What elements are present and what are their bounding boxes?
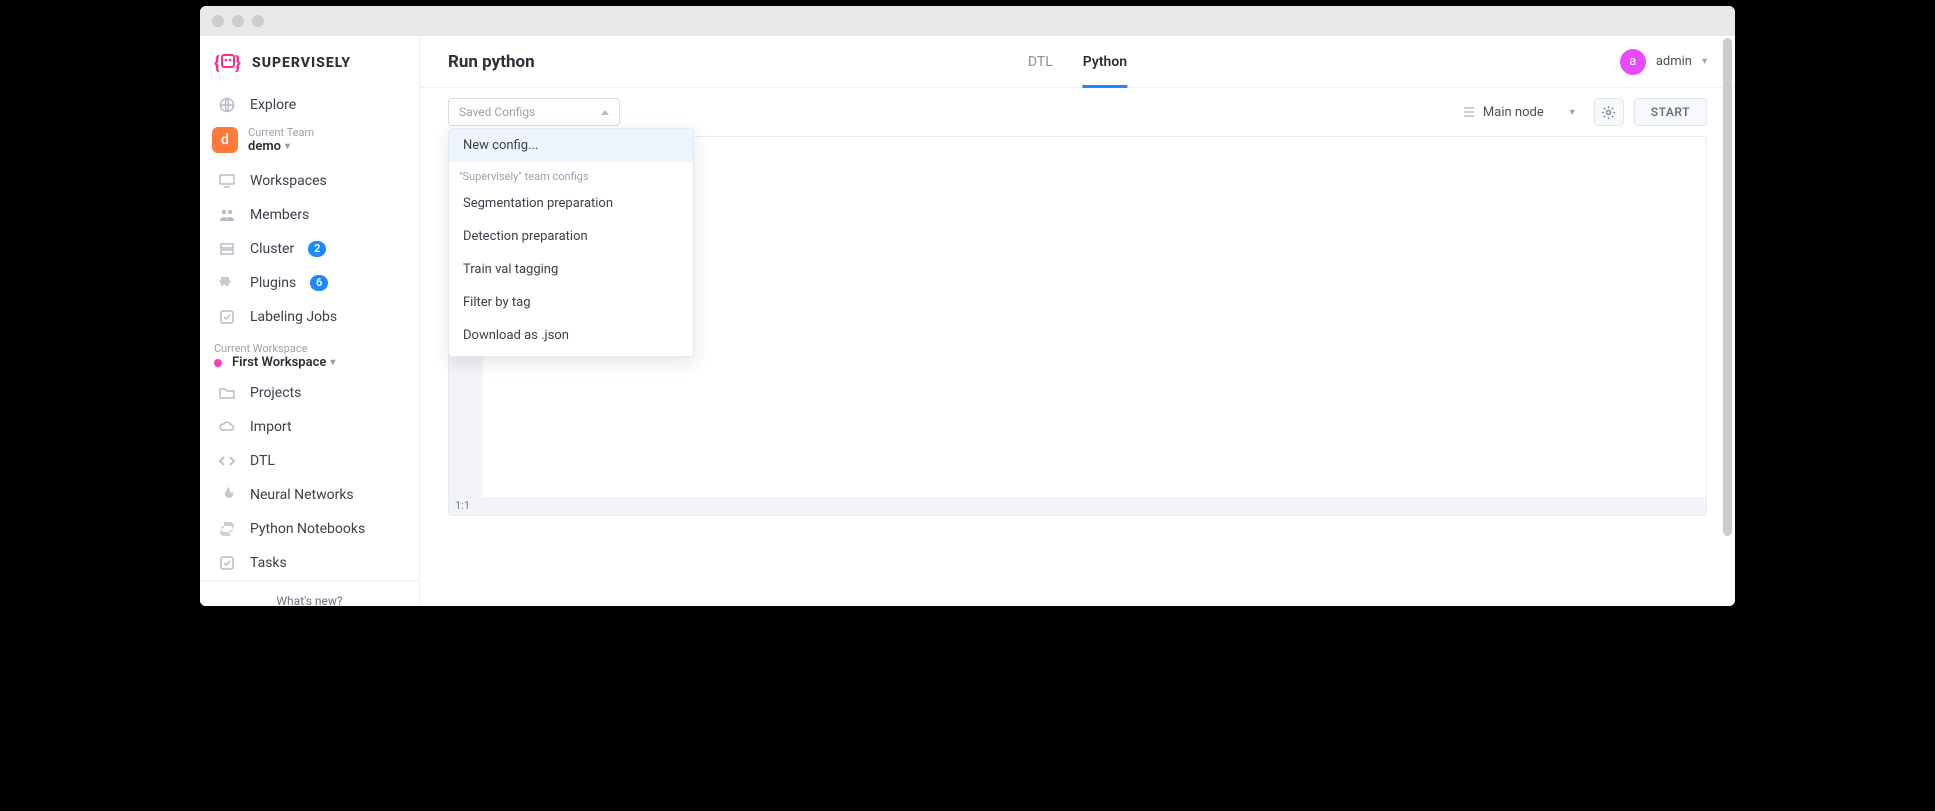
team-value: demo▾: [248, 139, 314, 154]
team-label: Current Team: [248, 126, 314, 139]
start-button[interactable]: START: [1634, 98, 1707, 126]
cluster-icon: [218, 240, 236, 258]
sidebar-label: Python Notebooks: [250, 521, 365, 537]
list-icon: [1461, 106, 1475, 118]
brand-icon: {}: [214, 52, 242, 74]
workspace-label: Current Workspace: [214, 342, 405, 355]
vertical-scrollbar[interactable]: [1721, 38, 1733, 604]
puzzle-icon: [218, 274, 236, 292]
sidebar-label: Import: [250, 419, 292, 435]
python-icon: [218, 520, 236, 538]
sidebar-item-projects[interactable]: Projects: [200, 376, 419, 410]
dropdown-item[interactable]: Download as .json: [449, 319, 693, 352]
sidebar-label: Plugins: [250, 275, 296, 291]
dropdown-item-new-config[interactable]: New config...: [449, 129, 693, 162]
workspace-value: First Workspace ▾: [214, 355, 405, 370]
cloud-upload-icon: [218, 418, 236, 436]
user-menu[interactable]: a admin ▾: [1580, 49, 1707, 75]
monitor-icon: [218, 172, 236, 190]
window-close-dot[interactable]: [212, 15, 224, 27]
main-content: Run python DTL Python a admin ▾ Saved Co…: [420, 36, 1735, 606]
sidebar-label: Cluster: [250, 241, 294, 257]
sidebar-label: Workspaces: [250, 173, 327, 189]
saved-configs-select[interactable]: Saved Configs New config... "Supervisely…: [448, 98, 620, 126]
gear-icon: [1601, 105, 1616, 120]
dropdown-item[interactable]: Detection preparation: [449, 220, 693, 253]
chevron-down-icon: ▾: [1702, 56, 1707, 67]
sidebar-item-explore[interactable]: Explore: [200, 88, 419, 122]
dropdown-item[interactable]: Segmentation preparation: [449, 187, 693, 220]
node-label: Main node: [1483, 105, 1544, 120]
caret-up-icon: [601, 110, 609, 115]
mac-titlebar: [200, 6, 1735, 36]
window-minimize-dot[interactable]: [232, 15, 244, 27]
check-square-icon: [218, 554, 236, 572]
sidebar-label: Members: [250, 207, 309, 223]
tab-dtl[interactable]: DTL: [1028, 36, 1053, 88]
sidebar-item-neural-networks[interactable]: Neural Networks: [200, 478, 419, 512]
sidebar-item-python-notebooks[interactable]: Python Notebooks: [200, 512, 419, 546]
sidebar-item-plugins[interactable]: Plugins 6: [200, 266, 419, 300]
editor-status-bar: 1:1: [449, 497, 1706, 515]
chevron-down-icon: ▾: [330, 357, 335, 368]
sidebar-label: Explore: [250, 97, 296, 113]
settings-button[interactable]: [1594, 98, 1624, 126]
browser-window: {} SUPERVISELY Explore d Current Team de…: [200, 6, 1735, 606]
team-avatar: d: [212, 127, 238, 153]
chevron-down-icon: ▾: [1570, 107, 1575, 118]
code-icon: [218, 452, 236, 470]
node-select[interactable]: Main node ▾: [1452, 100, 1584, 125]
whats-new-link[interactable]: What's new?: [200, 591, 419, 606]
dropdown-item[interactable]: Train val tagging: [449, 253, 693, 286]
sidebar-item-labeling-jobs[interactable]: Labeling Jobs: [200, 300, 419, 334]
sidebar-label: Projects: [250, 385, 301, 401]
chevron-down-icon: ▾: [285, 141, 290, 152]
window-zoom-dot[interactable]: [252, 15, 264, 27]
sidebar-item-members[interactable]: Members: [200, 198, 419, 232]
saved-configs-input: Saved Configs: [448, 98, 620, 126]
dropdown-group-header: "Supervisely" team configs: [449, 162, 693, 187]
select-placeholder: Saved Configs: [459, 105, 535, 119]
sidebar-label: DTL: [250, 453, 275, 469]
saved-configs-dropdown: New config... "Supervisely" team configs…: [448, 128, 694, 357]
sidebar-label: Tasks: [250, 555, 287, 571]
globe-icon: [218, 96, 236, 114]
check-square-icon: [218, 308, 236, 326]
brand-logo[interactable]: {} SUPERVISELY: [200, 36, 419, 88]
sidebar-label: Labeling Jobs: [250, 309, 337, 325]
user-name: admin: [1656, 54, 1692, 69]
workspace-dot-icon: [214, 359, 222, 367]
brand-text: SUPERVISELY: [252, 55, 351, 71]
count-badge: 2: [308, 241, 326, 257]
team-switcher[interactable]: d Current Team demo▾: [200, 122, 419, 164]
count-badge: 6: [310, 275, 328, 291]
tabs: DTL Python: [1028, 36, 1127, 88]
dropdown-item[interactable]: Filter by tag: [449, 286, 693, 319]
top-bar: Run python DTL Python a admin ▾: [420, 36, 1735, 88]
svg-text:}: }: [235, 53, 241, 74]
scrollbar-thumb[interactable]: [1723, 38, 1732, 536]
page-title: Run python: [448, 52, 535, 72]
sidebar-item-workspaces[interactable]: Workspaces: [200, 164, 419, 198]
sidebar-item-cluster[interactable]: Cluster 2: [200, 232, 419, 266]
sidebar-item-dtl[interactable]: DTL: [200, 444, 419, 478]
sidebar-item-import[interactable]: Import: [200, 410, 419, 444]
fire-icon: [218, 486, 236, 504]
toolbar: Saved Configs New config... "Supervisely…: [420, 88, 1735, 136]
sidebar-footer: What's new? Documentation: [200, 580, 419, 606]
user-avatar: a: [1620, 49, 1646, 75]
folder-icon: [218, 384, 236, 402]
tab-python[interactable]: Python: [1083, 36, 1127, 88]
sidebar-item-tasks[interactable]: Tasks: [200, 546, 419, 580]
users-icon: [218, 206, 236, 224]
sidebar-label: Neural Networks: [250, 487, 354, 503]
svg-text:{: {: [214, 53, 220, 74]
workspace-switcher[interactable]: Current Workspace First Workspace ▾: [200, 334, 419, 376]
sidebar: {} SUPERVISELY Explore d Current Team de…: [200, 36, 420, 606]
